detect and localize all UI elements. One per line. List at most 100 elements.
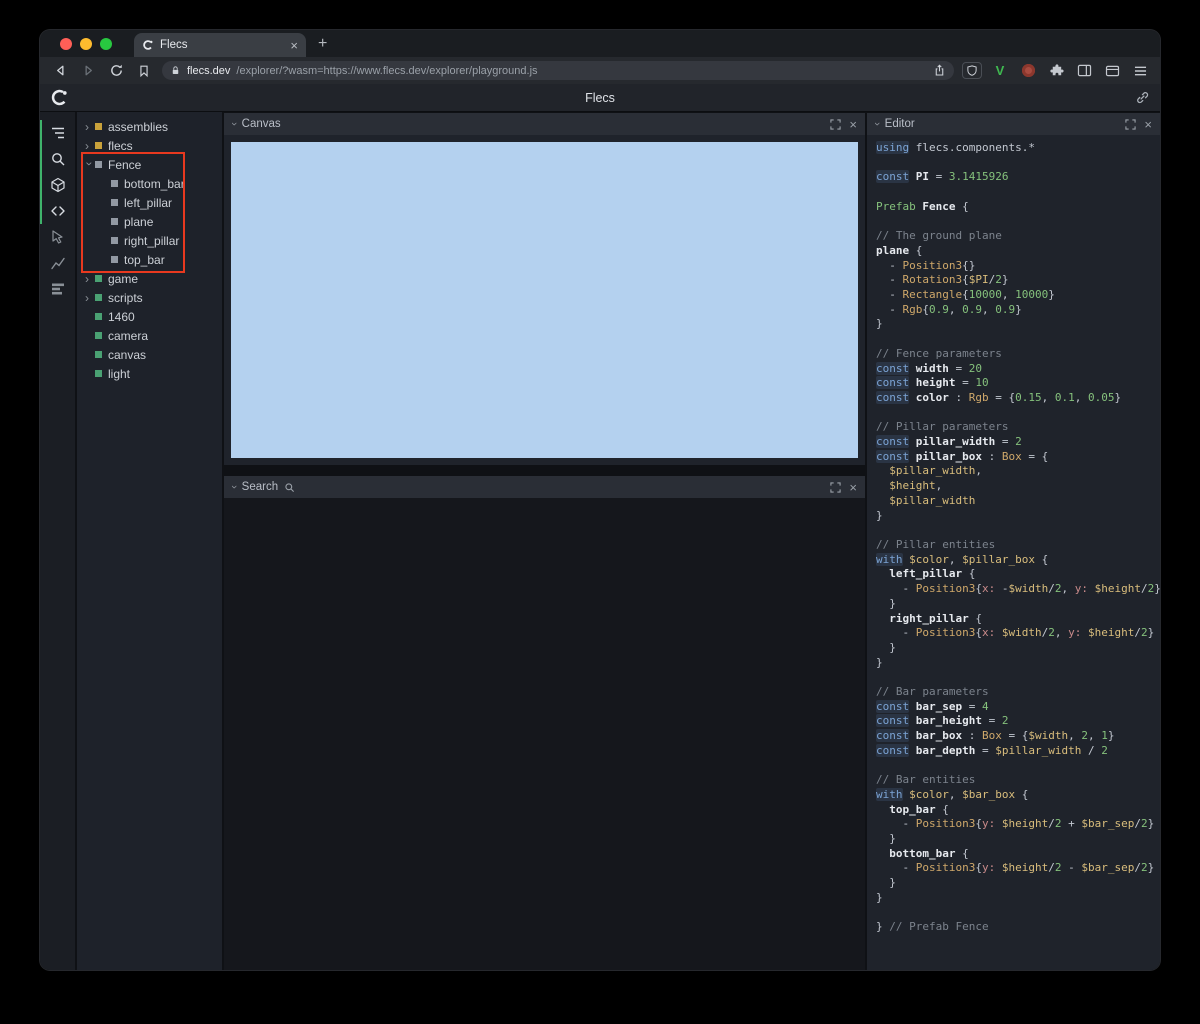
tree-item-scripts[interactable]: › scripts — [77, 288, 222, 307]
tree-item-left_pillar[interactable]: left_pillar — [77, 193, 222, 212]
center-column: › Canvas × › Search × — [224, 112, 865, 970]
code-line: - Position3{y: $height/2 + $bar_sep/2} — [876, 817, 1155, 831]
search-panel: › Search × — [224, 476, 865, 970]
tree-item-light[interactable]: light — [77, 364, 222, 383]
zoom-window-button[interactable] — [100, 37, 112, 50]
flecs-logo-icon[interactable] — [50, 88, 69, 107]
canvas-cube-icon[interactable] — [40, 172, 75, 198]
canvas-panel-title: Canvas — [241, 118, 281, 130]
close-panel-icon[interactable]: × — [849, 118, 857, 131]
entity-color-square-icon — [111, 256, 118, 263]
code-line: - Position3{x: $width/2, y: $height/2} — [876, 626, 1155, 640]
extensions-puzzle-icon[interactable] — [1046, 61, 1066, 81]
search-panel-header: › Search × — [224, 476, 865, 498]
code-line: $pillar_width — [889, 493, 976, 507]
tree-item-label: canvas — [108, 347, 147, 362]
bookmark-icon[interactable] — [134, 61, 154, 81]
tree-item-label: right_pillar — [124, 233, 180, 248]
reload-button[interactable] — [106, 61, 126, 81]
code-line: - Rotation3{$PI/2} — [876, 273, 1009, 287]
sidebar-toggle-icon[interactable] — [1074, 61, 1094, 81]
code-line: const bar_sep = 4 — [876, 699, 989, 713]
code-line: const bar_box : Box = {$width, 2, 1} — [876, 729, 1115, 743]
tree-item-assemblies[interactable]: › assemblies — [77, 117, 222, 136]
tree-item-camera[interactable]: camera — [77, 326, 222, 345]
panel-chevron-icon[interactable]: › — [228, 485, 240, 489]
tree-item-label: 1460 — [108, 309, 135, 324]
back-button[interactable] — [50, 61, 70, 81]
close-panel-icon[interactable]: × — [1144, 118, 1152, 131]
tree-item-right_pillar[interactable]: right_pillar — [77, 231, 222, 250]
code-line: // Fence parameters — [876, 346, 1002, 360]
entity-color-square-icon — [95, 313, 102, 320]
tree-item-label: assemblies — [108, 119, 169, 134]
tree-item-Fence[interactable]: › Fence — [77, 155, 222, 174]
traffic-lights — [40, 37, 126, 50]
extension-red-icon[interactable] — [1018, 61, 1038, 81]
tree-item-game[interactable]: › game — [77, 269, 222, 288]
chevron-collapsed-icon[interactable]: › — [85, 272, 95, 286]
search-icon[interactable] — [40, 146, 75, 172]
extension-v-icon[interactable]: V — [990, 61, 1010, 81]
permalink-icon[interactable] — [1135, 90, 1150, 105]
address-bar[interactable]: flecs.dev /explorer/?wasm=https://www.fl… — [162, 61, 954, 80]
expand-panel-icon[interactable] — [830, 118, 842, 130]
menu-hamburger-icon[interactable] — [1130, 61, 1150, 81]
code-line: Prefab Fence { — [876, 199, 969, 213]
close-panel-icon[interactable]: × — [849, 481, 857, 494]
share-icon[interactable] — [933, 64, 946, 77]
code-line: } // Prefab Fence — [876, 920, 989, 934]
tree-item-plane[interactable]: plane — [77, 212, 222, 231]
canvas-viewport[interactable] — [231, 142, 858, 458]
code-line: const height = 10 — [876, 376, 989, 390]
entity-color-square-icon — [95, 142, 102, 149]
chevron-collapsed-icon[interactable]: › — [85, 139, 95, 153]
panel-chevron-icon[interactable]: › — [871, 122, 883, 126]
entity-color-square-icon — [95, 370, 102, 377]
tab-close-icon[interactable]: × — [290, 39, 298, 52]
browser-tab[interactable]: Flecs × — [134, 33, 306, 57]
panel-chevron-icon[interactable]: › — [228, 122, 240, 126]
canvas-panel: › Canvas × — [224, 113, 865, 465]
tree-item-top_bar[interactable]: top_bar — [77, 250, 222, 269]
chevron-expanded-icon[interactable]: › — [83, 161, 97, 171]
memory-rows-icon[interactable] — [40, 276, 75, 302]
editor-column: › Editor × using flecs.components.* cons… — [867, 112, 1160, 970]
canvas-panel-body — [224, 135, 865, 465]
tree-item-label: plane — [124, 214, 154, 229]
chevron-collapsed-icon[interactable]: › — [85, 291, 95, 305]
new-tab-button[interactable]: + — [318, 35, 327, 53]
forward-button[interactable] — [78, 61, 98, 81]
tree-item-flecs[interactable]: › flecs — [77, 136, 222, 155]
close-window-button[interactable] — [60, 37, 72, 50]
code-editor[interactable]: using flecs.components.* const PI = 3.14… — [867, 135, 1160, 970]
search-panel-body[interactable] — [224, 498, 865, 970]
code-line: top_bar { — [889, 802, 949, 816]
code-line: - Position3{x: -$width/2, y: $height/2} — [876, 582, 1160, 596]
expand-panel-icon[interactable] — [1125, 118, 1137, 130]
stats-chart-icon[interactable] — [40, 250, 75, 276]
tree-item-1460[interactable]: 1460 — [77, 307, 222, 326]
entity-tree-icon[interactable] — [40, 120, 75, 146]
code-line: } — [876, 876, 896, 890]
expand-panel-icon[interactable] — [830, 481, 842, 493]
minimize-window-button[interactable] — [80, 37, 92, 50]
search-icon — [284, 482, 295, 493]
tree-item-bottom_bar[interactable]: bottom_bar — [77, 174, 222, 193]
chevron-collapsed-icon[interactable]: › — [85, 120, 95, 134]
tree-item-canvas[interactable]: canvas — [77, 345, 222, 364]
brave-shield-button[interactable] — [962, 62, 982, 79]
tab-title: Flecs — [160, 39, 188, 51]
tree-item-label: flecs — [108, 138, 133, 153]
inspect-cursor-icon[interactable] — [40, 224, 75, 250]
code-line: - Rgb{0.9, 0.9, 0.9} — [876, 302, 1022, 316]
browser-window: Flecs × + flecs.dev /explorer/?wasm=http… — [40, 30, 1160, 970]
wallet-card-icon[interactable] — [1102, 61, 1122, 81]
code-line: bottom_bar { — [889, 846, 969, 860]
code-editor-icon[interactable] — [40, 198, 75, 224]
code-line: - Rectangle{10000, 10000} — [876, 288, 1055, 302]
